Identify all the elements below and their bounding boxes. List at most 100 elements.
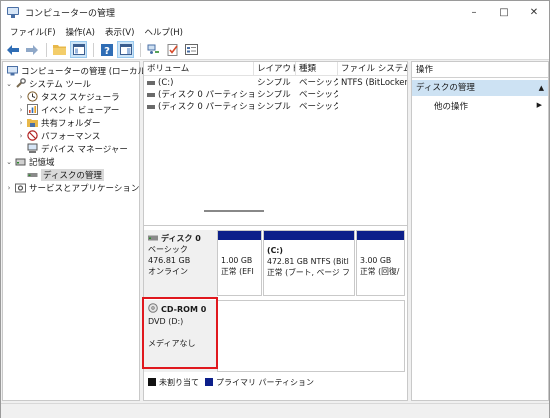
- tree-item-performance[interactable]: › パフォーマンス: [17, 129, 100, 142]
- computer-management-window: コンピューターの管理 – □ ✕ ファイル(F) 操作(A) 表示(V) ヘルプ…: [0, 0, 550, 418]
- tree-item-shared-folders[interactable]: › 共有フォルダー: [17, 116, 101, 129]
- menu-help[interactable]: ヘルプ(H): [139, 26, 188, 38]
- svg-text:?: ?: [104, 46, 110, 56]
- partition-c[interactable]: (C:) 472.81 GB NTFS (Bitl 正常 (ブート, ページ フ: [263, 230, 355, 296]
- table-row[interactable]: (ディスク 0 パーティション 1) シンプル ベーシック: [144, 90, 407, 101]
- other-actions[interactable]: 他の操作: [434, 100, 468, 112]
- services-icon: [15, 182, 26, 193]
- menu-action[interactable]: 操作(A): [61, 26, 100, 38]
- chevron-right-icon[interactable]: ›: [17, 93, 25, 101]
- chevron-down-icon[interactable]: ⌄: [5, 80, 13, 88]
- properties-icon[interactable]: [183, 41, 200, 58]
- tree-item-event-viewer[interactable]: › イベント ビューアー: [17, 103, 119, 116]
- volume-icon: [147, 92, 155, 97]
- tree-item-services[interactable]: › サービスとアプリケーション: [5, 181, 139, 194]
- table-row[interactable]: (C:) シンプル ベーシック NTFS (BitLocker で: [144, 78, 407, 89]
- partition-size: 1.00 GB: [221, 256, 253, 265]
- tree-label: サービスとアプリケーション: [29, 183, 140, 194]
- disk-0-size: 476.81 GB: [148, 256, 191, 265]
- device-manager-icon: [27, 143, 38, 154]
- operations-header: 操作: [412, 62, 548, 78]
- volume-fs: [338, 102, 407, 113]
- tree-item-disk-management[interactable]: ディスクの管理: [17, 168, 104, 181]
- menu-view[interactable]: 表示(V): [100, 26, 139, 38]
- tree-label: システム ツール: [29, 79, 91, 90]
- volume-type: ベーシック: [299, 78, 338, 88]
- window-title: コンピューターの管理: [25, 8, 116, 19]
- folder-icon[interactable]: [51, 41, 68, 58]
- chevron-right-icon[interactable]: ›: [17, 106, 25, 114]
- primary-partition-bar: [264, 231, 354, 240]
- performance-icon: [27, 130, 38, 141]
- table-row[interactable]: (ディスク 0 パーティション 4) シンプル ベーシック: [144, 102, 407, 113]
- volume-type: ベーシック: [299, 90, 338, 100]
- highlight-box: [142, 297, 218, 369]
- clock-icon: [27, 91, 38, 102]
- legend: 未割り当て プライマリ パーティション: [148, 376, 314, 388]
- status-bar: [1, 403, 549, 418]
- partition-status: 正常 (ブート, ページ フ: [267, 268, 350, 277]
- column-header-type[interactable]: 種類: [296, 62, 338, 76]
- volume-type: ベーシック: [299, 102, 338, 112]
- chevron-right-icon[interactable]: ›: [17, 119, 25, 127]
- column-header-file-system[interactable]: ファイル システム: [338, 62, 407, 76]
- disk-0-label[interactable]: ディスク 0 ベーシック 476.81 GB オンライン: [144, 230, 217, 298]
- partition-efi[interactable]: 1.00 GB 正常 (EFI: [217, 230, 262, 296]
- column-header-layout[interactable]: レイアウト: [254, 62, 296, 76]
- tree-label: 記憶域: [29, 157, 55, 168]
- help-icon[interactable]: ?: [98, 41, 115, 58]
- volume-layout: シンプル: [257, 90, 291, 100]
- partition-size: 3.00 GB: [360, 256, 392, 265]
- maximize-button[interactable]: □: [489, 1, 519, 23]
- chevron-right-icon[interactable]: ▶: [537, 101, 542, 109]
- partition-recovery[interactable]: 3.00 GB 正常 (回復/: [356, 230, 405, 296]
- legend-unallocated: 未割り当て: [159, 377, 199, 387]
- chevron-right-icon[interactable]: ›: [17, 132, 25, 140]
- chevron-down-icon[interactable]: ⌄: [5, 158, 13, 166]
- toolbar: ?: [1, 40, 549, 60]
- tree-item-task-scheduler[interactable]: › タスク スケジューラ: [17, 90, 120, 103]
- tree-label: 共有フォルダー: [41, 118, 101, 129]
- tree-item-storage[interactable]: ⌄ 記憶域: [5, 155, 55, 168]
- partition-status: 正常 (EFI: [221, 267, 254, 276]
- back-arrow-icon[interactable]: [4, 41, 21, 58]
- disk-icon: [148, 233, 158, 244]
- system-tools-icon: [15, 78, 26, 89]
- toolbar-separator: [140, 42, 141, 57]
- volume-fs: NTFS (BitLocker で: [341, 78, 407, 88]
- minimize-button[interactable]: –: [459, 1, 489, 23]
- console-view-icon[interactable]: [70, 41, 87, 58]
- operations-disk-management[interactable]: ディスクの管理 ▲: [412, 80, 548, 96]
- title-bar[interactable]: コンピューターの管理 – □ ✕: [1, 1, 549, 23]
- tree-item-device-manager[interactable]: デバイス マネージャー: [25, 142, 128, 155]
- chevron-right-icon[interactable]: ›: [5, 184, 13, 192]
- volume-fs: [338, 90, 407, 101]
- volume-icon: [147, 104, 155, 109]
- horizontal-scrollbar[interactable]: [204, 210, 264, 212]
- tree-item-root[interactable]: コンピューターの管理 (ローカル): [5, 64, 149, 77]
- volume-name: (ディスク 0 パーティション 1): [158, 90, 254, 100]
- operations-pane: 操作 ディスクの管理 ▲ 他の操作 ▶: [411, 61, 549, 401]
- volume-layout: シンプル: [257, 78, 291, 88]
- volume-name: (C:): [158, 78, 174, 88]
- menu-file[interactable]: ファイル(F): [5, 26, 61, 38]
- collapse-up-icon[interactable]: ▲: [539, 80, 544, 96]
- panel-view-icon[interactable]: [117, 41, 134, 58]
- unallocated-swatch: [148, 378, 156, 386]
- column-header-volume[interactable]: ボリューム: [144, 62, 254, 76]
- tree-item-system-tools[interactable]: ⌄ システム ツール: [5, 77, 91, 90]
- forward-arrow-icon[interactable]: [23, 41, 40, 58]
- tree-label: コンピューターの管理 (ローカル): [21, 66, 150, 77]
- volume-name: (ディスク 0 パーティション 4): [158, 102, 254, 112]
- cdrom-0-area[interactable]: [217, 300, 405, 372]
- primary-partition-bar: [357, 231, 404, 240]
- tree-label: ディスクの管理: [41, 168, 104, 181]
- connect-icon[interactable]: [145, 41, 162, 58]
- close-button[interactable]: ✕: [519, 1, 549, 23]
- volume-list-header: ボリューム レイアウト 種類 ファイル システム: [144, 62, 407, 76]
- shared-folder-icon: [27, 117, 38, 128]
- checklist-icon[interactable]: [164, 41, 181, 58]
- disk-0-type: ベーシック: [148, 245, 188, 254]
- partition-status: 正常 (回復/: [360, 267, 400, 276]
- tree-label: パフォーマンス: [41, 131, 101, 142]
